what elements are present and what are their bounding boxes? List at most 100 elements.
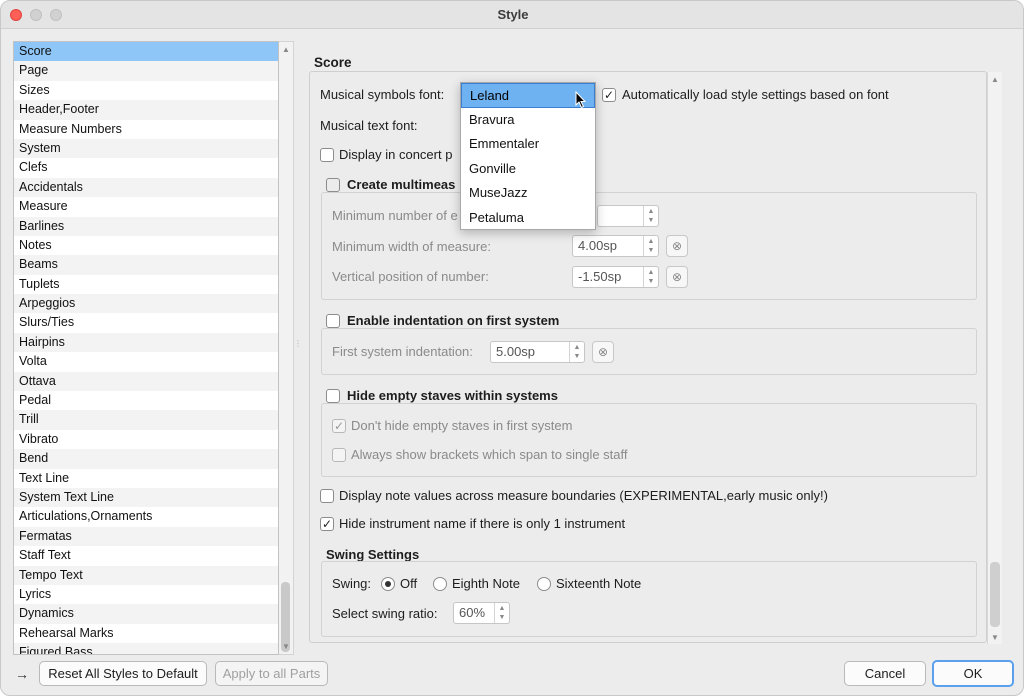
sidebar-scrollbar[interactable]: ▲ ▼ — [279, 41, 294, 655]
sidebar-item-figured-bass[interactable]: Figured Bass — [14, 643, 278, 654]
hide-instrument-name-checkbox[interactable]: ✓ — [320, 517, 334, 531]
min-width-stepper[interactable]: 4.00sp ▲ ▼ — [572, 235, 659, 257]
sidebar-item-measure-numbers[interactable]: Measure Numbers — [14, 120, 278, 139]
sidebar-item-pedal[interactable]: Pedal — [14, 391, 278, 410]
sidebar-item-arpeggios[interactable]: Arpeggios — [14, 294, 278, 314]
dont-hide-first-label: Don't hide empty staves in first system — [351, 418, 573, 433]
font-option-petaluma[interactable]: Petaluma — [461, 206, 595, 231]
sidebar-item-system[interactable]: System — [14, 138, 278, 159]
reset-all-styles-button[interactable]: Reset All Styles to Default — [39, 661, 207, 686]
first-indent-value: 5.00sp — [496, 344, 536, 359]
concert-pitch-label: Display in concert p — [339, 147, 453, 162]
stepper-arrows-icon[interactable]: ▲ ▼ — [569, 342, 584, 362]
auto-load-label: Automatically load style settings based … — [622, 87, 889, 102]
musical-text-font-label: Musical text font: — [320, 118, 418, 133]
cancel-button[interactable]: Cancel — [844, 661, 926, 686]
sidebar-item-fermatas[interactable]: Fermatas — [14, 526, 278, 547]
style-dialog: Style Score Page Sizes Header,Footer Mea… — [0, 0, 1024, 696]
sidebar-item-tuplets[interactable]: Tuplets — [14, 275, 278, 294]
font-option-gonville[interactable]: Gonville — [461, 157, 595, 182]
sidebar-item-beams[interactable]: Beams — [14, 255, 278, 275]
sidebar-item-header-footer[interactable]: Header,Footer — [14, 100, 278, 120]
min-number-stepper[interactable]: ▲ ▼ — [597, 205, 659, 227]
sidebar-item-rehearsal-marks[interactable]: Rehearsal Marks — [14, 624, 278, 643]
sidebar-item-measure[interactable]: Measure — [14, 197, 278, 216]
sidebar-item-score[interactable]: Score — [14, 42, 278, 62]
sidebar-item-hairpins[interactable]: Hairpins — [14, 332, 278, 353]
multimeasure-rest-checkbox[interactable] — [326, 178, 340, 192]
swing-ratio-stepper[interactable]: 60% ▲ ▼ — [453, 602, 510, 624]
scroll-up-icon[interactable]: ▲ — [282, 45, 290, 54]
mouse-pointer-icon — [575, 90, 587, 113]
swing-settings-group — [321, 561, 977, 637]
min-width-value: 4.00sp — [578, 238, 618, 253]
stepper-arrows-icon[interactable]: ▲ ▼ — [643, 267, 658, 287]
swing-sixteenth-radio[interactable] — [537, 577, 551, 591]
arrow-right-icon[interactable]: → — [15, 666, 29, 682]
swing-eighth-radio[interactable] — [433, 577, 447, 591]
sidebar-item-dynamics[interactable]: Dynamics — [14, 604, 278, 624]
sidebar-item-bend[interactable]: Bend — [14, 449, 278, 469]
reset-min-width-button[interactable]: ⊗ — [666, 235, 688, 257]
concert-pitch-checkbox[interactable] — [320, 148, 334, 162]
window-title: Style — [497, 7, 529, 22]
sidebar-item-sizes[interactable]: Sizes — [14, 81, 278, 100]
scroll-down-icon[interactable]: ▼ — [282, 642, 290, 651]
sidebar-item-ottava[interactable]: Ottava — [14, 371, 278, 392]
note-values-label: Display note values across measure bound… — [339, 488, 828, 503]
dont-hide-first-checkbox[interactable]: ✓ — [332, 419, 346, 433]
reset-icon: ⊗ — [597, 345, 609, 359]
sidebar-item-tempo-text[interactable]: Tempo Text — [14, 565, 278, 585]
sidebar-item-slurs-ties[interactable]: Slurs/Ties — [14, 313, 278, 332]
sidebar-item-notes[interactable]: Notes — [14, 236, 278, 255]
sidebar-item-text-line[interactable]: Text Line — [14, 469, 278, 488]
stepper-arrows-icon[interactable]: ▲ ▼ — [643, 206, 658, 226]
reset-first-indent-button[interactable]: ⊗ — [592, 341, 614, 363]
swing-eighth-label: Eighth Note — [452, 576, 520, 591]
sidebar-item-vibrato[interactable]: Vibrato — [14, 430, 278, 449]
font-option-musejazz[interactable]: MuseJazz — [461, 181, 595, 206]
settings-scroll-thumb[interactable] — [990, 562, 1000, 627]
section-heading: Score — [314, 55, 352, 70]
always-show-brackets-label: Always show brackets which span to singl… — [351, 447, 628, 462]
sidebar-item-trill[interactable]: Trill — [14, 410, 278, 430]
sidebar-item-accidentals[interactable]: Accidentals — [14, 177, 278, 198]
note-values-checkbox[interactable] — [320, 489, 334, 503]
ok-button[interactable]: OK — [932, 660, 1014, 687]
sidebar-item-page[interactable]: Page — [14, 61, 278, 81]
title-bar: Style — [1, 1, 1023, 29]
sidebar-item-staff-text[interactable]: Staff Text — [14, 546, 278, 565]
auto-load-checkbox[interactable]: ✓ — [602, 88, 616, 102]
stepper-arrows-icon[interactable]: ▲ ▼ — [643, 236, 658, 256]
vertical-position-stepper[interactable]: -1.50sp ▲ ▼ — [572, 266, 659, 288]
first-indent-stepper[interactable]: 5.00sp ▲ ▼ — [490, 341, 585, 363]
splitter-grip-icon[interactable]: ⋮ — [294, 339, 302, 353]
vertical-position-value: -1.50sp — [578, 269, 622, 284]
font-option-emmentaler[interactable]: Emmentaler — [461, 132, 595, 157]
hide-empty-staves-label: Hide empty staves within systems — [347, 388, 562, 403]
min-number-label: Minimum number of e — [332, 208, 458, 223]
vertical-position-label: Vertical position of number: — [332, 269, 489, 284]
scroll-up-icon[interactable]: ▲ — [991, 75, 999, 84]
sidebar-item-volta[interactable]: Volta — [14, 352, 278, 371]
sidebar-item-lyrics[interactable]: Lyrics — [14, 585, 278, 604]
apply-to-all-parts-button[interactable]: Apply to all Parts — [215, 661, 328, 686]
swing-off-radio[interactable] — [381, 577, 395, 591]
style-category-list: Score Page Sizes Header,Footer Measure N… — [13, 41, 279, 655]
sidebar-item-system-text-line[interactable]: System Text Line — [14, 487, 278, 508]
swing-sixteenth-label: Sixteenth Note — [556, 576, 642, 591]
scroll-down-icon[interactable]: ▼ — [991, 633, 999, 642]
always-show-brackets-checkbox[interactable] — [332, 448, 346, 462]
settings-scrollbar[interactable]: ▲ ▼ — [987, 72, 1002, 644]
reset-icon: ⊗ — [671, 239, 683, 253]
hide-instrument-name-label: Hide instrument name if there is only 1 … — [339, 516, 626, 531]
hide-empty-staves-checkbox[interactable] — [326, 389, 340, 403]
stepper-arrows-icon[interactable]: ▲ ▼ — [494, 603, 509, 623]
reset-vertical-position-button[interactable]: ⊗ — [666, 266, 688, 288]
sidebar-item-clefs[interactable]: Clefs — [14, 158, 278, 177]
indentation-checkbox[interactable] — [326, 314, 340, 328]
swing-off-label: Off — [400, 576, 418, 591]
sidebar-item-articulations[interactable]: Articulations,Ornaments — [14, 507, 278, 526]
swing-ratio-label: Select swing ratio: — [332, 606, 438, 621]
sidebar-item-barlines[interactable]: Barlines — [14, 216, 278, 236]
